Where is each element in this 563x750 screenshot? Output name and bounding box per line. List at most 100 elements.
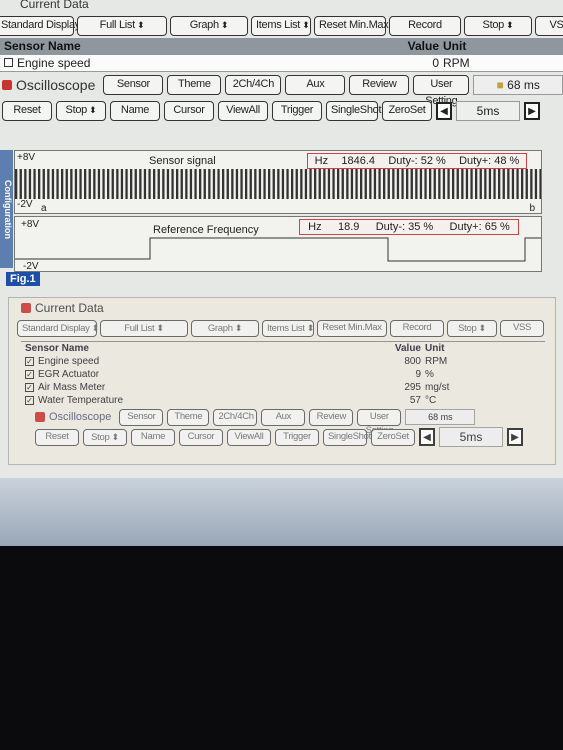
theme-button[interactable]: Theme — [167, 75, 222, 95]
checkbox[interactable]: ✓ — [25, 370, 34, 379]
user-setting-button[interactable]: User Setting — [357, 408, 402, 436]
graph-button[interactable]: Graph — [170, 16, 248, 36]
current-data-panel: Current Data Standard DisplayFull ListGr… — [8, 297, 556, 465]
sensor-label: Water Temperature — [38, 395, 124, 406]
zeroset-button[interactable]: ZeroSet — [371, 428, 415, 446]
ch1-bottom-label: -2V — [17, 199, 33, 210]
2ch-4ch-button[interactable]: 2Ch/4Ch — [213, 408, 258, 426]
sensor-value: 9 — [415, 369, 421, 380]
graph-button[interactable]: Graph — [191, 320, 259, 337]
standard-display-button[interactable]: Standard Display — [0, 16, 80, 36]
cursor-button[interactable]: Cursor — [164, 101, 214, 121]
full-list-button[interactable]: Full List — [77, 16, 167, 36]
figure-label: Fig.1 — [6, 272, 40, 286]
checkbox[interactable]: ✓ — [25, 383, 34, 392]
trigger-button[interactable]: Trigger — [272, 101, 322, 121]
record-button[interactable]: Record — [390, 320, 444, 337]
ch2-measurement: Hz 18.9 Duty-: 35 % Duty+: 65 % — [299, 219, 519, 235]
user-setting-button[interactable]: User Setting — [413, 75, 470, 107]
table-row[interactable]: ✓ EGR Actuator 9% — [21, 368, 545, 381]
prev-timebase-button[interactable]: ◀ — [419, 428, 435, 446]
ch2-duty-minus: Duty-: 35 % — [375, 221, 434, 233]
table-row[interactable]: ✓ Engine speed 800 RPM — [21, 355, 545, 368]
cursor-button[interactable]: Cursor — [179, 428, 223, 446]
review-button[interactable]: Review — [309, 408, 354, 426]
viewall-button[interactable]: ViewAll — [218, 101, 268, 121]
ch1-name: Sensor signal — [149, 155, 216, 167]
full-list-button[interactable]: Full List — [100, 320, 188, 337]
standard-display-button[interactable]: Standard Display — [17, 320, 97, 337]
sensor-unit: °C — [425, 395, 437, 406]
viewall-button[interactable]: ViewAll — [227, 428, 271, 446]
app-screen: Current Data Standard DisplayFull ListGr… — [0, 0, 563, 478]
col-unit: Unit — [425, 343, 445, 354]
stop-button[interactable]: Stop — [464, 16, 532, 36]
collapse-icon[interactable] — [2, 80, 12, 90]
cursor-a[interactable]: a — [41, 203, 47, 214]
sensor-button[interactable]: Sensor — [103, 75, 164, 95]
trigger-button[interactable]: Trigger — [275, 428, 319, 446]
vss-button[interactable]: VSS — [535, 16, 563, 36]
aux-button[interactable]: Aux — [261, 408, 306, 426]
aux-button[interactable]: Aux — [285, 75, 346, 95]
cursor-b[interactable]: b — [529, 203, 535, 214]
sensor-name: ✓ Air Mass Meter — [21, 381, 365, 394]
table-header: Sensor Name Value Unit — [0, 38, 563, 55]
sensor-label: EGR Actuator — [38, 369, 100, 380]
reset-min-max-button[interactable]: Reset Min.Max. — [314, 16, 392, 36]
stop-button[interactable]: Stop — [447, 320, 497, 337]
timer-display: ■ 68 ms — [473, 75, 563, 95]
vss-button[interactable]: VSS — [500, 320, 544, 337]
sensor-unit: RPM — [443, 56, 470, 70]
stop-button[interactable]: Stop — [83, 428, 127, 446]
sensor-unit: % — [425, 369, 434, 380]
inner-oscilloscope-toolbar: Oscilloscope Sensor Theme 2Ch/4Ch Aux Review U… — [9, 407, 555, 436]
collapse-icon[interactable] — [21, 303, 31, 313]
inner-toolbar: Standard DisplayFull ListGraphItems List… — [9, 318, 555, 339]
sensor-value: 295 — [404, 382, 421, 393]
reset-min-max-button[interactable]: Reset Min.Max — [317, 320, 387, 337]
table-row[interactable]: Engine speed 0 RPM — [0, 55, 563, 72]
prev-timebase-button[interactable]: ◀ — [436, 102, 452, 120]
channel-1-plot: +8V -2V a b Sensor signal Hz 1846.4 Duty-:… — [14, 150, 542, 214]
sensor-name: ✓ Water Temperature — [21, 394, 365, 407]
stop-button[interactable]: Stop — [56, 101, 106, 121]
sensor-button[interactable]: Sensor — [119, 408, 164, 426]
items-list-button[interactable]: Items List — [251, 16, 311, 36]
collapse-icon[interactable] — [35, 412, 45, 422]
table-row[interactable]: ✓ Air Mass Meter 295 mg/st — [21, 381, 545, 394]
oscilloscope-toolbar: Oscilloscope Sensor Theme 2Ch/4Ch Aux Review… — [0, 72, 563, 107]
zeroset-button[interactable]: ZeroSet — [382, 101, 432, 121]
sensor-label: Engine speed — [17, 56, 91, 70]
record-button[interactable]: Record — [389, 16, 461, 36]
taskbar-area — [0, 478, 563, 546]
theme-button[interactable]: Theme — [167, 408, 210, 426]
name-button[interactable]: Name — [110, 101, 160, 121]
timer-value: 68 ms — [507, 78, 540, 92]
singleshot-button[interactable]: SingleShot — [323, 428, 371, 446]
items-list-button[interactable]: Items List — [262, 320, 314, 337]
checkbox[interactable] — [4, 58, 13, 67]
sensor-label: Air Mass Meter — [38, 382, 106, 393]
2ch-4ch-button[interactable]: 2Ch/4Ch — [225, 75, 282, 95]
window-title: Current Data — [20, 0, 89, 11]
configuration-tab[interactable]: Configuration — [0, 150, 13, 268]
sensor-name: ✓ Engine speed — [21, 355, 365, 368]
hz-label: Hz — [314, 155, 329, 167]
table-row[interactable]: ✓ Water Temperature 57 °C — [21, 394, 545, 407]
checkbox[interactable]: ✓ — [25, 357, 34, 366]
col-sensor-name: Sensor Name — [25, 343, 89, 354]
ch2-hz: 18.9 — [337, 221, 360, 233]
sensor-value: 57 — [409, 395, 421, 406]
next-timebase-button[interactable]: ▶ — [524, 102, 540, 120]
reset-button[interactable]: Reset — [35, 428, 79, 446]
name-button[interactable]: Name — [131, 428, 175, 446]
next-timebase-button[interactable]: ▶ — [507, 428, 523, 446]
review-button[interactable]: Review — [349, 75, 410, 95]
singleshot-button[interactable]: SingleShot — [326, 101, 382, 121]
reset-button[interactable]: Reset — [2, 101, 52, 121]
col-sensor-name: Sensor Name — [4, 39, 81, 53]
ch1-top-label: +8V — [17, 152, 36, 163]
ch1-waveform — [15, 169, 541, 199]
checkbox[interactable]: ✓ — [25, 396, 34, 405]
